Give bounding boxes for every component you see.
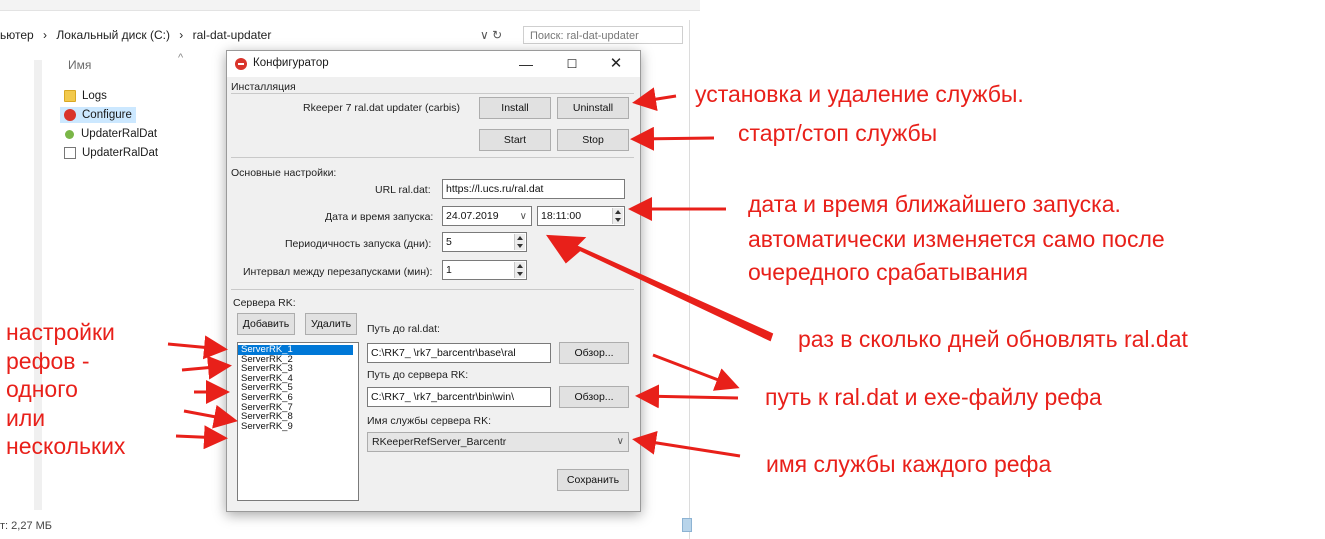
annotation-install: установка и удаление службы.: [695, 81, 1024, 107]
arrow-install: [632, 87, 677, 112]
annotation-datetime-line2: автоматически изменяется само после: [748, 226, 1165, 252]
annotation-servers-line: одного: [6, 376, 78, 402]
annotation-servers-line: нескольких: [6, 433, 126, 459]
annotation-paths: путь к ral.dat и exe-файлу рефа: [765, 384, 1102, 410]
arrow-service: [632, 430, 741, 458]
annotation-servers-line: или: [6, 404, 46, 431]
annotation-period: раз в сколько дней обновлять ral.dat: [798, 326, 1188, 352]
annotation-servers-line: рефов -: [6, 347, 90, 374]
arrow-server-path: [635, 384, 739, 409]
arrow-ral-path: [652, 353, 740, 391]
annotation-datetime-line1: дата и время ближайшего запуска.: [748, 191, 1121, 217]
arrow-period: [546, 234, 774, 342]
annotation-servers: настройки рефов - одного или нескольких: [6, 318, 206, 461]
annotation-datetime-line3: очередного срабатывания: [748, 259, 1028, 285]
arrow-startstop: [630, 126, 715, 151]
annotation-servers-line: настройки: [6, 319, 115, 345]
annotation-startstop: старт/стоп службы: [738, 120, 938, 146]
annotation-service: имя службы каждого рефа: [766, 451, 1052, 477]
